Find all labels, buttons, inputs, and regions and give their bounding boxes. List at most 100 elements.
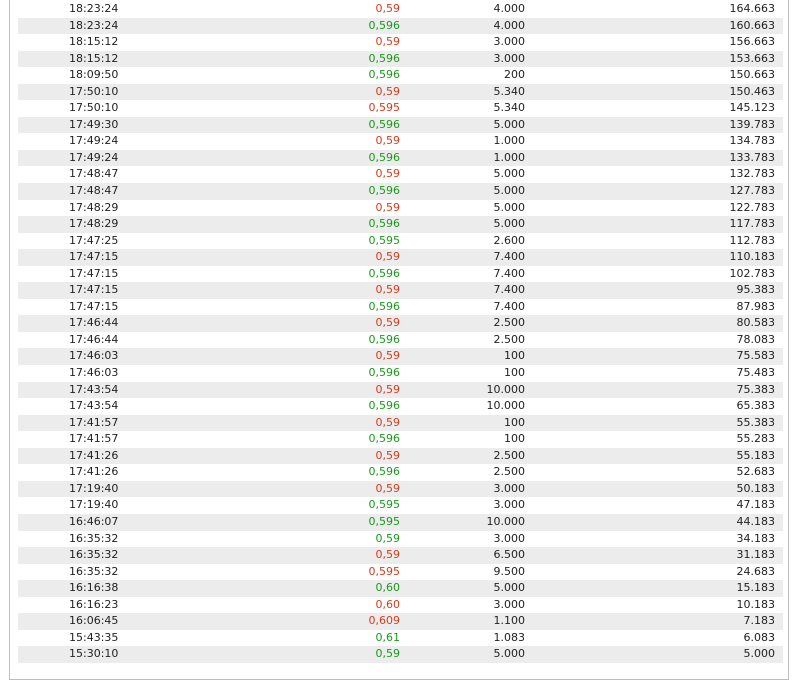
- table-row: 17:50:10 0,595 5.340 145.123: [18, 100, 783, 117]
- time-cell: 16:35:32: [69, 531, 119, 545]
- time-cell: 16:35:32: [69, 564, 119, 578]
- quantity-cell: 200: [504, 68, 525, 82]
- price-cell: 0,596: [368, 184, 401, 198]
- quantity-cell: 5.000: [493, 184, 526, 198]
- quantity-cell: 3.000: [493, 51, 526, 65]
- time-cell: 16:16:38: [69, 581, 119, 595]
- time-cell: 17:46:44: [69, 316, 119, 330]
- price-cell: 0,59: [375, 548, 401, 562]
- table-row: 18:15:12 0,596 3.000 153.663: [18, 50, 783, 68]
- table-row: 17:43:54 0,59 10.000 75.383: [18, 381, 783, 399]
- total-cell: 5.000: [743, 647, 776, 661]
- table-row: 17:49:30 0,596 5.000 139.783: [18, 116, 783, 134]
- price-cell: 0,59: [375, 531, 401, 545]
- time-cell: 16:35:32: [69, 548, 119, 562]
- total-cell: 34.183: [736, 531, 776, 545]
- table-row: 18:23:24 0,596 4.000 160.663: [18, 17, 783, 35]
- time-cell: 18:23:24: [69, 2, 119, 15]
- time-cell: 18:15:12: [69, 35, 119, 49]
- quantity-cell: 1.083: [493, 630, 526, 644]
- time-cell: 16:06:45: [69, 614, 119, 628]
- table-row: 17:41:57 0,59 100 55.383: [18, 414, 783, 432]
- total-cell: 52.683: [736, 465, 776, 479]
- table-row: 17:19:40 0,595 3.000 47.183: [18, 497, 783, 514]
- table-row: 17:41:57 0,596 100 55.283: [18, 431, 783, 448]
- time-cell: 17:49:24: [69, 150, 119, 164]
- time-cell: 17:48:47: [69, 167, 119, 181]
- total-cell: 117.783: [729, 217, 776, 231]
- total-cell: 127.783: [729, 184, 776, 198]
- quantity-cell: 5.340: [493, 101, 526, 115]
- price-cell: 0,61: [375, 630, 401, 644]
- total-cell: 15.183: [736, 581, 776, 595]
- quantity-cell: 100: [504, 432, 525, 446]
- quantity-cell: 1.000: [493, 134, 526, 148]
- quantity-cell: 100: [504, 415, 525, 429]
- total-cell: 102.783: [729, 266, 776, 280]
- quantity-cell: 6.500: [493, 548, 526, 562]
- table-row: 17:46:03 0,59 100 75.583: [18, 348, 783, 366]
- table-row: 16:46:07 0,595 10.000 44.183: [18, 513, 783, 531]
- trades-table-body: 18:23:24 0,59 4.000 164.663 18:23:24 0,596 4.0…: [18, 1, 783, 663]
- total-cell: 95.383: [736, 283, 776, 297]
- quantity-cell: 7.400: [493, 266, 526, 280]
- quantity-cell: 2.500: [493, 332, 526, 346]
- time-cell: 18:15:12: [69, 51, 119, 65]
- quantity-cell: 3.000: [493, 597, 526, 611]
- time-cell: 17:41:57: [69, 432, 119, 446]
- time-cell: 17:41:26: [69, 448, 119, 462]
- time-cell: 17:46:03: [69, 349, 119, 363]
- total-cell: 87.983: [736, 299, 776, 313]
- time-cell: 17:43:54: [69, 382, 119, 396]
- table-row: 17:46:03 0,596 100 75.483: [18, 365, 783, 382]
- quantity-cell: 5.000: [493, 117, 526, 131]
- time-cell: 17:47:25: [69, 233, 119, 247]
- table-row: 17:48:29 0,59 5.000 122.783: [18, 200, 783, 217]
- price-cell: 0,59: [375, 2, 401, 15]
- table-row: 18:15:12 0,59 3.000 156.663: [18, 34, 783, 51]
- table-row: 15:43:35 0,61 1.083 6.083: [18, 630, 783, 647]
- price-cell: 0,60: [375, 597, 401, 611]
- total-cell: 134.783: [729, 134, 776, 148]
- time-cell: 17:48:47: [69, 184, 119, 198]
- quantity-cell: 7.400: [493, 299, 526, 313]
- price-cell: 0,59: [375, 167, 401, 181]
- price-cell: 0,596: [368, 399, 401, 413]
- price-cell: 0,60: [375, 581, 401, 595]
- total-cell: 50.183: [736, 481, 776, 495]
- quantity-cell: 3.000: [493, 498, 526, 512]
- table-row: 17:47:25 0,595 2.600 112.783: [18, 233, 783, 250]
- time-cell: 17:19:40: [69, 498, 119, 512]
- price-cell: 0,59: [375, 382, 401, 396]
- quantity-cell: 1.100: [493, 614, 526, 628]
- time-cell: 17:41:57: [69, 415, 119, 429]
- quantity-cell: 7.400: [493, 283, 526, 297]
- time-cell: 18:09:50: [69, 68, 119, 82]
- total-cell: 6.083: [743, 630, 776, 644]
- total-cell: 65.383: [736, 399, 776, 413]
- price-cell: 0,596: [368, 217, 401, 231]
- price-cell: 0,595: [368, 498, 401, 512]
- total-cell: 7.183: [743, 614, 776, 628]
- table-row: 16:35:32 0,59 6.500 31.183: [18, 547, 783, 564]
- time-cell: 17:49:30: [69, 117, 119, 131]
- total-cell: 31.183: [736, 548, 776, 562]
- total-cell: 160.663: [729, 18, 776, 32]
- price-cell: 0,595: [368, 514, 401, 528]
- table-row: 17:47:15 0,596 7.400 87.983: [18, 299, 783, 316]
- quantity-cell: 3.000: [493, 35, 526, 49]
- time-cell: 17:49:24: [69, 134, 119, 148]
- table-row: 17:43:54 0,596 10.000 65.383: [18, 398, 783, 415]
- total-cell: 112.783: [729, 233, 776, 247]
- price-cell: 0,595: [368, 233, 401, 247]
- price-cell: 0,59: [375, 481, 401, 495]
- price-cell: 0,609: [368, 614, 401, 628]
- table-row: 17:49:24 0,596 1.000 133.783: [18, 149, 783, 167]
- total-cell: 75.383: [736, 382, 776, 396]
- table-row: 16:16:38 0,60 5.000 15.183: [18, 580, 783, 597]
- time-cell: 17:48:29: [69, 217, 119, 231]
- table-row: 18:23:24 0,59 4.000 164.663: [18, 1, 783, 18]
- table-row: 16:06:45 0,609 1.100 7.183: [18, 613, 783, 630]
- time-cell: 17:46:44: [69, 332, 119, 346]
- quantity-cell: 3.000: [493, 481, 526, 495]
